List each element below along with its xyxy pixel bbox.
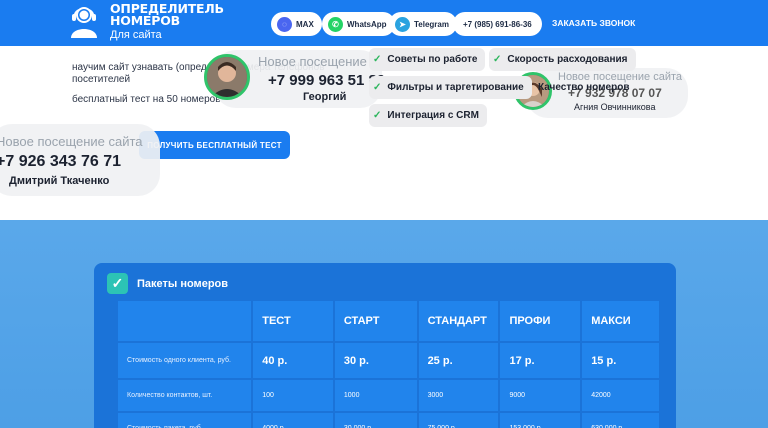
- tag-speed: ✓ Скорость расходования: [489, 48, 636, 71]
- table-row: Стоимость одного клиента, руб. 40 р. 30 …: [115, 341, 661, 380]
- table-cell: 40 р.: [251, 341, 335, 380]
- table-cell: 3000: [416, 378, 501, 413]
- table-cell: 153 000 р.: [498, 411, 583, 428]
- tag-label: Интеграция с CRM: [387, 110, 479, 121]
- column-start: СТАРТ: [332, 299, 419, 343]
- table-cell: 9000: [498, 378, 583, 413]
- table-cell: 15 р.: [580, 341, 661, 380]
- check-icon: ✓: [373, 82, 382, 93]
- check-icon: ✓: [373, 54, 382, 65]
- table-cell: 25 р.: [416, 341, 501, 380]
- visit-name: Георгий: [303, 91, 347, 103]
- table-header-empty: [115, 299, 254, 343]
- whatsapp-icon: ✆: [328, 16, 343, 32]
- tag-quality: Качество номеров: [538, 76, 637, 99]
- visit-phone: +7 999 963 51 89: [268, 72, 386, 89]
- visit-card-dmitry: Новое посещение сайта +7 926 343 76 71 Д…: [0, 124, 160, 196]
- row-label: Количество контактов, шт.: [115, 378, 254, 413]
- callback-button[interactable]: ЗАКАЗАТЬ ЗВОНОК: [552, 18, 635, 28]
- avatar-image: [207, 57, 247, 97]
- tag-label: Скорость расходования: [507, 54, 628, 65]
- column-maxi: МАКСИ: [580, 299, 661, 343]
- checkmark-icon: ✓: [107, 273, 128, 294]
- check-icon: ✓: [373, 110, 382, 121]
- table-cell: 75 000 р.: [416, 411, 501, 428]
- table-cell: 100: [251, 378, 335, 413]
- visit-name: Агния Овчинникова: [574, 102, 656, 112]
- column-profi: ПРОФИ: [498, 299, 583, 343]
- row-label: Стоимость одного клиента, руб.: [115, 341, 254, 380]
- table-cell: 630 000 р.: [580, 411, 661, 428]
- tag-filters: ✓ Фильтры и таргетирование: [369, 76, 532, 99]
- whatsapp-label: WhatsApp: [347, 19, 387, 29]
- table-cell: 4000 р.: [251, 411, 335, 428]
- tag-label: Советы по работе: [387, 54, 478, 65]
- max-icon: ◌: [277, 16, 292, 32]
- table-cell: 30 р.: [332, 341, 419, 380]
- visit-caption: Новое посещение сайта: [0, 134, 143, 149]
- max-label: MAX: [296, 19, 314, 29]
- free-test-button[interactable]: ПОЛУЧИТЬ БЕСПЛАТНЫЙ ТЕСТ: [139, 131, 290, 159]
- logo-operator-icon[interactable]: [68, 4, 100, 38]
- visit-phone: +7 926 343 76 71: [0, 153, 122, 170]
- pricing-table: ТЕСТ СТАРТ СТАНДАРТ ПРОФИ МАКСИ Стоимост…: [115, 299, 661, 428]
- table-cell: 1000: [332, 378, 419, 413]
- whatsapp-button[interactable]: ✆ WhatsApp: [322, 12, 395, 36]
- tag-crm: ✓ Интеграция с CRM: [369, 104, 487, 127]
- pricing-title: Пакеты номеров: [137, 278, 229, 290]
- table-row: Стоимость пакета, руб. 4000 р. 30 000 р.…: [115, 411, 661, 428]
- telegram-icon: ➤: [395, 16, 410, 32]
- row-label: Стоимость пакета, руб.: [115, 411, 254, 428]
- telegram-button[interactable]: ➤ Telegram: [389, 12, 457, 36]
- table-cell: 42000: [580, 378, 661, 413]
- column-test: ТЕСТ: [251, 299, 335, 343]
- table-cell: 30 000 р.: [332, 411, 419, 428]
- tag-label: Фильтры и таргетирование: [387, 82, 524, 93]
- check-icon: ✓: [493, 54, 502, 65]
- tag-tips: ✓ Советы по работе: [369, 48, 486, 71]
- logo-title[interactable]: ОПРЕДЕЛИТЕЛЬ НОМЕРОВ: [110, 2, 224, 27]
- table-header-row: ТЕСТ СТАРТ СТАНДАРТ ПРОФИ МАКСИ: [115, 299, 661, 343]
- visit-name: Дмитрий Ткаченко: [9, 175, 110, 187]
- column-standard: СТАНДАРТ: [416, 299, 501, 343]
- tag-label: Качество номеров: [538, 82, 630, 93]
- telegram-label: Telegram: [414, 19, 449, 29]
- avatar-georgiy: [204, 54, 250, 100]
- site-header: ОПРЕДЕЛИТЕЛЬ НОМЕРОВ Для сайта ◌ MAX ✆ W…: [0, 0, 768, 46]
- phone-button[interactable]: +7 (985) 691-86-36: [453, 12, 542, 36]
- logo-subtitle: Для сайта: [110, 29, 162, 41]
- hero-line-3: бесплатный тест на 50 номеров: [72, 94, 221, 105]
- phone-label: +7 (985) 691-86-36: [463, 19, 532, 29]
- hero-line-2: посетителей: [72, 74, 131, 85]
- table-cell: 17 р.: [498, 341, 583, 380]
- table-row: Количество контактов, шт. 100 1000 3000 …: [115, 378, 661, 413]
- max-button[interactable]: ◌ MAX: [271, 12, 322, 36]
